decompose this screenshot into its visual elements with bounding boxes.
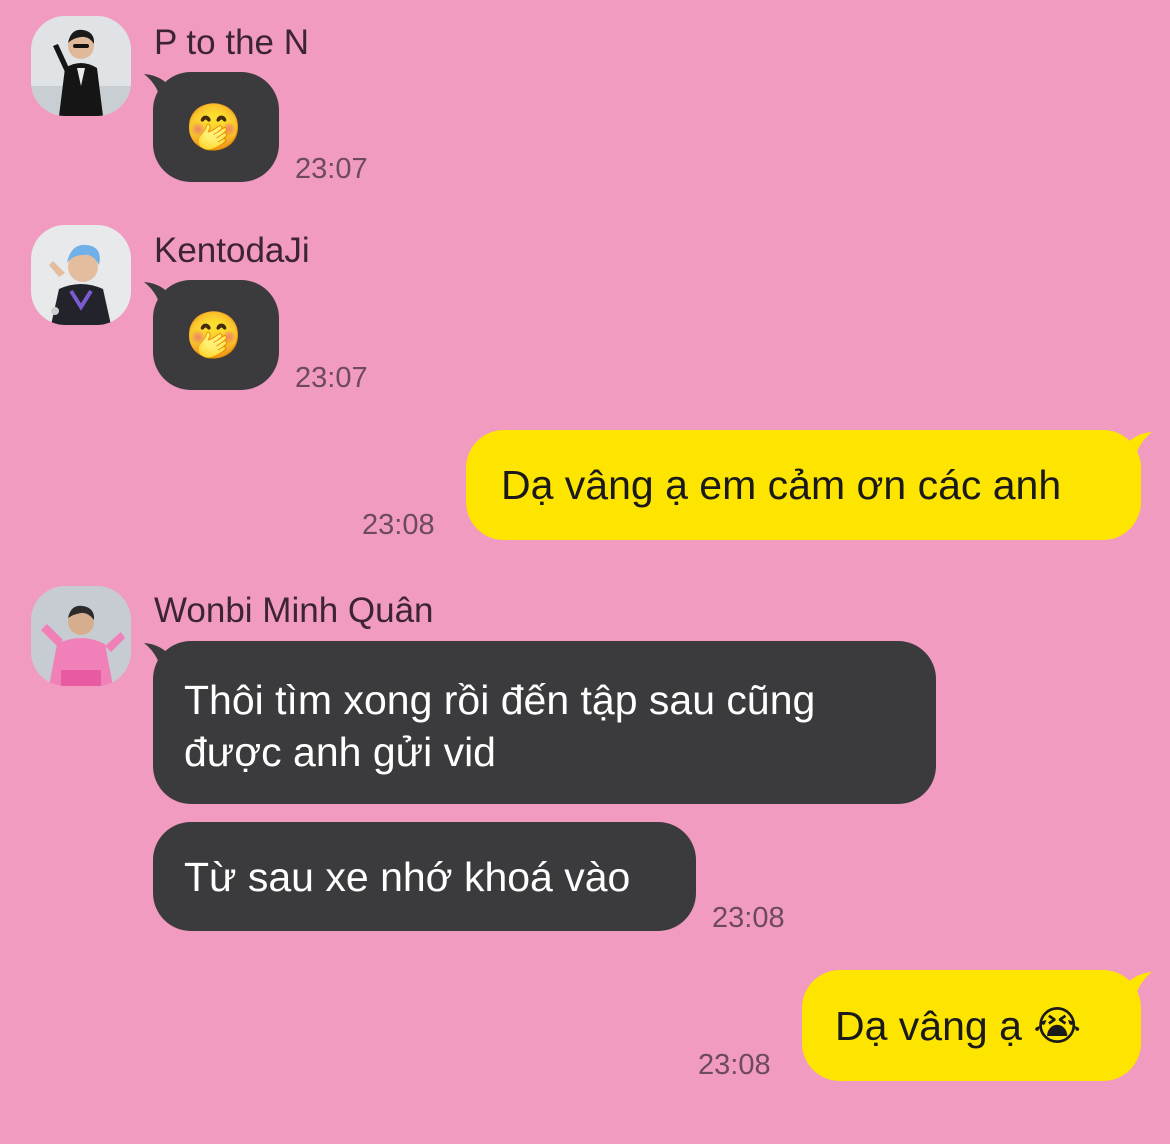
sender-name: KentodaJi (154, 231, 310, 270)
message-text-line-1: Thôi tìm xong rồi đến tập sau cũng (184, 677, 816, 723)
user-avatar-icon (31, 225, 131, 325)
avatar-p-to-the-n[interactable] (31, 16, 131, 116)
avatar-wonbi-minh-quan[interactable] (31, 586, 131, 686)
message-text-line-2: được anh gửi vid (184, 729, 496, 775)
message-bubble[interactable]: Dạ vâng ạ em cảm ơn các anh (466, 430, 1141, 540)
sender-name: Wonbi Minh Quân (154, 591, 434, 630)
message-bubble[interactable]: Từ sau xe nhớ khoá vào (153, 822, 696, 931)
message-time: 23:07 (295, 153, 368, 185)
sender-name: P to the N (154, 23, 310, 62)
message-time: 23:08 (362, 509, 435, 541)
message-time: 23:08 (712, 902, 785, 934)
message-text: Từ sau xe nhớ khoá vào (184, 854, 631, 900)
message-text: Dạ vâng ạ 😭 (835, 1003, 1082, 1049)
user-avatar-icon (31, 586, 131, 686)
user-avatar-icon (31, 16, 131, 116)
message-bubble[interactable]: 🤭 (153, 280, 279, 390)
emoji-hand-over-mouth: 🤭 (185, 101, 243, 153)
message-text: Dạ vâng ạ em cảm ơn các anh (501, 462, 1062, 508)
message-bubble[interactable]: Dạ vâng ạ 😭 (802, 970, 1141, 1081)
emoji-hand-over-mouth: 🤭 (185, 309, 243, 361)
message-bubble[interactable]: 🤭 (153, 72, 279, 182)
message-time: 23:08 (698, 1049, 771, 1081)
message-time: 23:07 (295, 362, 368, 394)
message-bubble[interactable]: Thôi tìm xong rồi đến tập sau cũng được … (153, 641, 936, 804)
avatar-kentodaji[interactable] (31, 225, 131, 325)
